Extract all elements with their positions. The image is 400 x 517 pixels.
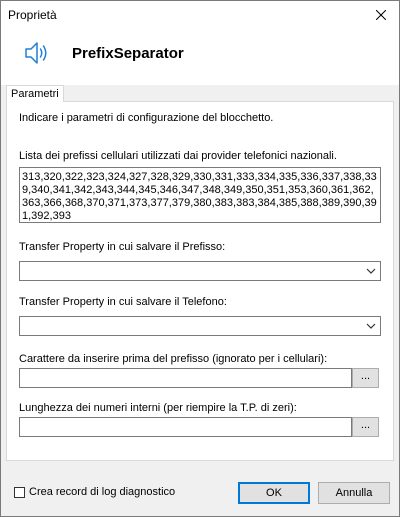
phone-property-select[interactable] (19, 316, 381, 336)
log-checkbox-label: Crea record di log diagnostico (29, 486, 176, 498)
title-bar: Proprietà (1, 1, 399, 29)
block-header: PrefixSeparator (1, 29, 399, 85)
chevron-down-icon (366, 268, 376, 274)
prefix-char-browse-button[interactable]: ... (352, 368, 379, 388)
internal-length-browse-button[interactable]: ... (352, 417, 379, 437)
prefix-list-label: Lista dei prefissi cellulari utilizzati … (19, 150, 337, 162)
cancel-button[interactable]: Annulla (318, 482, 390, 504)
window-title: Proprietà (8, 8, 57, 22)
close-icon (376, 10, 386, 20)
intro-text: Indicare i parametri di configurazione d… (19, 112, 274, 124)
internal-length-label: Lunghezza dei numeri interni (per riempi… (19, 402, 297, 414)
internal-length-input[interactable] (19, 417, 352, 437)
ok-button[interactable]: OK (238, 482, 310, 504)
properties-dialog: Proprietà PrefixSeparator Parametri Indi… (0, 0, 400, 517)
phone-property-label: Transfer Property in cui salvare il Tele… (19, 296, 227, 308)
chevron-down-icon (366, 323, 376, 329)
log-checkbox[interactable] (14, 487, 25, 498)
prefix-char-label: Carattere da inserire prima del prefisso… (19, 353, 328, 365)
tab-parametri[interactable]: Parametri (6, 85, 64, 102)
block-title: PrefixSeparator (72, 45, 184, 62)
speaker-icon (25, 42, 47, 64)
prefix-property-label: Transfer Property in cui salvare il Pref… (19, 241, 226, 253)
prefix-property-select[interactable] (19, 261, 381, 281)
prefix-list-textarea[interactable]: 313,320,322,323,324,327,328,329,330,331,… (19, 167, 381, 223)
prefix-char-input[interactable] (19, 368, 352, 388)
close-button[interactable] (363, 1, 399, 29)
parametri-panel: Indicare i parametri di configurazione d… (6, 101, 394, 461)
